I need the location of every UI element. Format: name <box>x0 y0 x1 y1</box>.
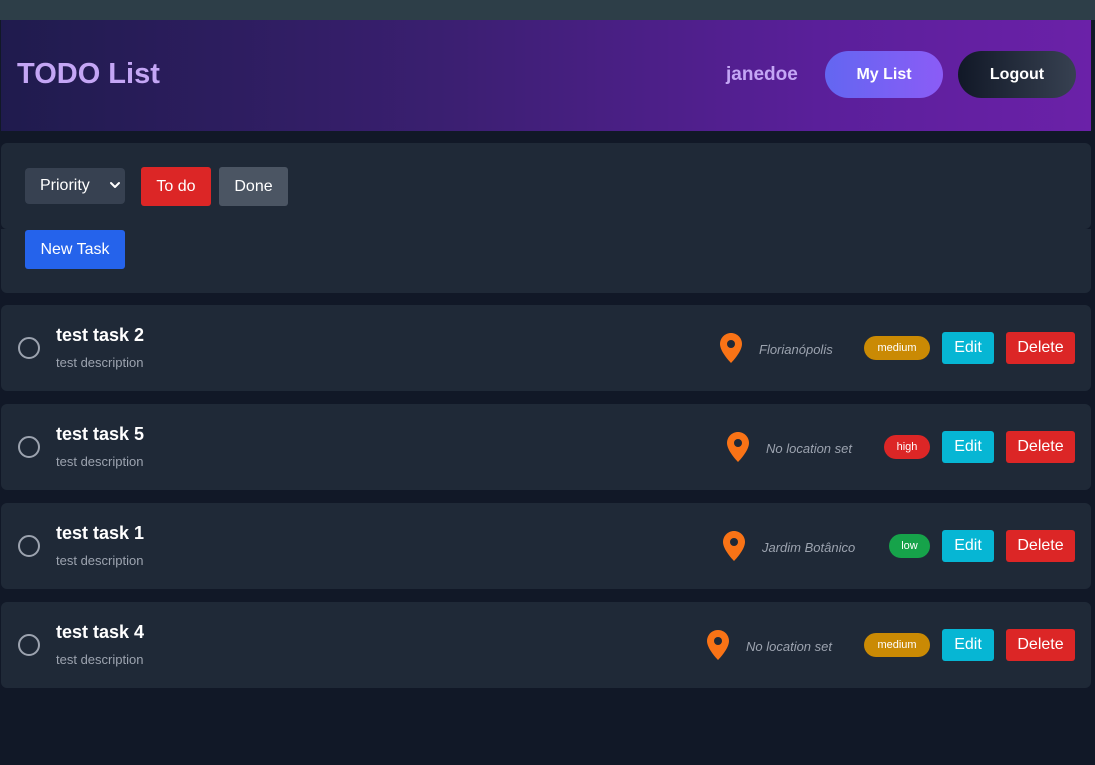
window-top-strip <box>0 0 1095 20</box>
task-title: test task 1 <box>56 523 145 543</box>
task-location: No location set <box>746 639 832 654</box>
task-location: Jardim Botânico <box>762 540 856 555</box>
filter-panel: Priority To do Done <box>1 143 1091 229</box>
new-task-panel: New Task <box>1 229 1091 293</box>
task-description: test description <box>56 553 144 568</box>
task-item: test task 5 test description No location… <box>1 404 1091 490</box>
task-location: Florianópolis <box>759 342 833 357</box>
priority-select[interactable]: Priority <box>25 168 125 204</box>
chevron-down-icon <box>110 182 120 188</box>
app-header: TODO List janedoe My List Logout <box>1 20 1091 131</box>
new-task-button[interactable]: New Task <box>25 230 125 269</box>
delete-button[interactable]: Delete <box>1006 332 1075 364</box>
logout-button[interactable]: Logout <box>958 51 1076 98</box>
task-description: test description <box>56 355 144 370</box>
username-label: janedoe <box>726 64 798 85</box>
priority-badge: high <box>884 435 930 459</box>
priority-badge: medium <box>864 633 930 657</box>
task-item: test task 1 test description Jardim Botâ… <box>1 503 1091 589</box>
priority-select-value: Priority <box>40 177 90 194</box>
edit-button[interactable]: Edit <box>942 629 994 661</box>
map-pin-icon <box>707 630 729 660</box>
task-item: test task 4 test description No location… <box>1 602 1091 688</box>
edit-button[interactable]: Edit <box>942 332 994 364</box>
edit-button[interactable]: Edit <box>942 530 994 562</box>
edit-button[interactable]: Edit <box>942 431 994 463</box>
delete-button[interactable]: Delete <box>1006 530 1075 562</box>
task-description: test description <box>56 652 144 667</box>
delete-button[interactable]: Delete <box>1006 431 1075 463</box>
map-pin-icon <box>723 531 745 561</box>
map-pin-icon <box>720 333 742 363</box>
map-pin-icon <box>727 432 749 462</box>
task-description: test description <box>56 454 144 469</box>
complete-checkbox[interactable] <box>18 634 40 656</box>
priority-badge: medium <box>864 336 930 360</box>
my-list-button[interactable]: My List <box>825 51 943 98</box>
complete-checkbox[interactable] <box>18 535 40 557</box>
complete-checkbox[interactable] <box>18 337 40 359</box>
delete-button[interactable]: Delete <box>1006 629 1075 661</box>
filter-todo-button[interactable]: To do <box>141 167 211 206</box>
app-title: TODO List <box>17 58 160 90</box>
task-title: test task 5 <box>56 424 145 444</box>
task-title: test task 4 <box>56 622 145 642</box>
priority-badge: low <box>889 534 930 558</box>
task-item: test task 2 test description Florianópol… <box>1 305 1091 391</box>
task-location: No location set <box>766 441 852 456</box>
filter-done-button[interactable]: Done <box>219 167 288 206</box>
complete-checkbox[interactable] <box>18 436 40 458</box>
task-title: test task 2 <box>56 325 145 345</box>
